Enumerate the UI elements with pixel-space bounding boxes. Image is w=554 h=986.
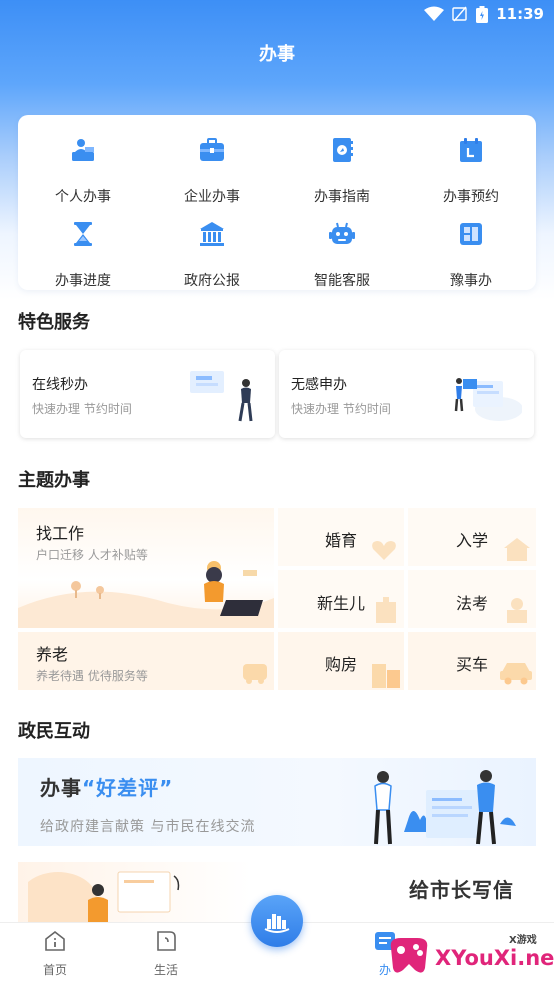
grid-label: 企业办事 [184, 189, 240, 205]
grid-item-yu-app[interactable]: 豫事办 [411, 207, 531, 289]
grid-label: 政府公报 [184, 273, 240, 289]
topic-newborn[interactable]: 新生儿 [278, 570, 404, 628]
car-icon [500, 663, 532, 685]
status-bar: 11:39 [0, 0, 554, 30]
job-illustration [18, 561, 274, 628]
grid-label: 办事指南 [314, 189, 370, 205]
briefcase-icon [200, 138, 224, 161]
watermark-cn: X游戏 [509, 935, 537, 946]
city-icon [264, 914, 290, 933]
watermark-text: XYouXi.net [435, 946, 554, 970]
grid-item-personal[interactable]: 个人办事 [23, 123, 143, 205]
mayor-letter-title: 给市长写信 [409, 878, 514, 902]
grid-label: 办事进度 [55, 273, 111, 289]
hourglass-icon [74, 222, 92, 246]
grid-item-gazette[interactable]: 政府公报 [152, 207, 272, 289]
tab-label: 首页 [42, 963, 67, 977]
topic-title: 找工作 [36, 524, 85, 543]
calendar-icon [460, 138, 482, 162]
online-person-illustration [190, 371, 253, 422]
grid-label: 办事预约 [443, 189, 499, 205]
review-prefix: 办事 [40, 776, 82, 800]
wifi-icon [424, 6, 445, 21]
heart-icon [372, 541, 396, 560]
topic-school[interactable]: 入学 [408, 508, 536, 566]
yu-app-icon [460, 223, 482, 245]
quick-services-card: 个人办事 企业办事 办事指南 办事预约 办事进度 政府公报 智能客服 豫事办 [18, 115, 536, 290]
grid-item-progress[interactable]: 办事进度 [23, 207, 143, 289]
topic-car[interactable]: 买车 [408, 632, 536, 690]
feature-card-title: 无感申办 [291, 377, 347, 393]
government-building-icon [200, 222, 224, 246]
topic-job[interactable]: 找工作 户口迁移 人才补贴等 [18, 508, 274, 628]
section-title-featured: 特色服务 [18, 312, 90, 333]
review-banner-subtitle: 给政府建言献策 与市民在线交流 [40, 819, 256, 835]
person-desk-icon [72, 139, 94, 161]
battery-icon [476, 5, 489, 23]
no-signal-icon [452, 6, 467, 22]
review-banner-title: 办事“好差评” [40, 772, 173, 801]
vehicle-icon [243, 664, 267, 684]
section-title-interaction: 政民互动 [18, 721, 90, 742]
gamepad-logo [390, 938, 428, 973]
feature-card-subtitle: 快速办理 节约时间 [291, 402, 391, 416]
life-icon [157, 931, 176, 951]
building-icon [376, 597, 396, 623]
topic-law-exam[interactable]: 法考 [408, 570, 536, 628]
grid-item-appointment[interactable]: 办事预约 [411, 123, 531, 205]
feature-card-title: 在线秒办 [32, 377, 88, 393]
feature-card-seamless[interactable]: 无感申办 快速办理 节约时间 [279, 350, 534, 438]
grid-label: 豫事办 [450, 273, 492, 289]
review-highlight: “好差评” [82, 776, 174, 800]
home-icon [45, 930, 65, 951]
status-time: 11:39 [496, 5, 544, 23]
guide-book-icon [333, 138, 353, 162]
topic-elderly[interactable]: 养老 养老待遇 优待服务等 [18, 632, 274, 690]
topic-house[interactable]: 购房 [278, 632, 404, 690]
feature-card-online[interactable]: 在线秒办 快速办理 节约时间 [20, 350, 275, 438]
grid-label: 智能客服 [314, 273, 370, 289]
tab-label: 生活 [153, 963, 178, 977]
discussion-illustration [374, 770, 516, 845]
grid-item-ai-service[interactable]: 智能客服 [282, 207, 402, 289]
topic-marriage[interactable]: 婚育 [278, 508, 404, 566]
topic-title: 养老 [36, 645, 69, 664]
certificate-icon [507, 598, 527, 623]
topic-subtitle: 养老待遇 优待服务等 [36, 669, 148, 683]
watermark: X游戏 XYouXi.net [383, 928, 554, 982]
page-title: 办事 [259, 44, 295, 65]
school-icon [504, 538, 530, 561]
grid-label: 个人办事 [55, 189, 111, 205]
house-buildings-icon [372, 664, 400, 688]
robot-icon [329, 222, 355, 244]
grid-item-enterprise[interactable]: 企业办事 [152, 123, 272, 205]
tab-life[interactable]: 生活 [126, 923, 206, 986]
center-city-button[interactable] [251, 895, 303, 947]
feature-card-subtitle: 快速办理 节约时间 [32, 402, 132, 416]
review-banner[interactable]: 办事“好差评” 给政府建言献策 与市民在线交流 [18, 758, 536, 846]
tab-home[interactable]: 首页 [15, 923, 95, 986]
letter-illustration [28, 871, 180, 922]
grid-item-guide[interactable]: 办事指南 [282, 123, 402, 205]
section-title-topics: 主题办事 [18, 470, 90, 491]
seamless-apply-illustration [454, 378, 522, 421]
